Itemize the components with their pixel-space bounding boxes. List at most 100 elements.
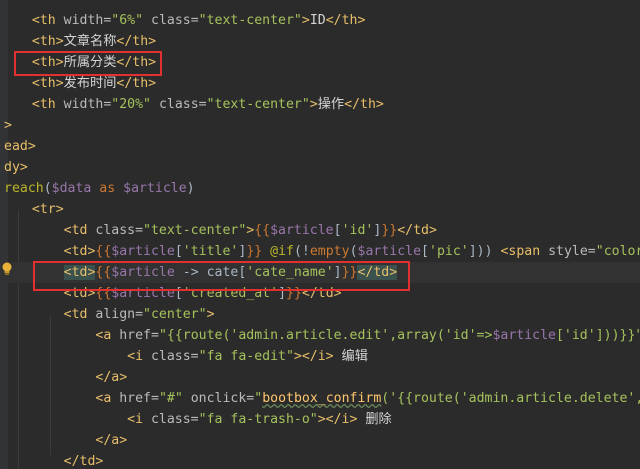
code-token: <th: [31, 97, 64, 112]
code-line[interactable]: <a href="#" onclick="bootbox_confirm('{{…: [0, 388, 640, 409]
code-line[interactable]: <td class="text-center">{{$article['id']…: [0, 220, 640, 241]
code-token: "text-center": [206, 97, 310, 112]
highlight-box-category-cell: [33, 261, 410, 291]
code-line[interactable]: <th>发布时间</th>: [0, 73, 640, 94]
code-token: {{: [254, 223, 271, 238]
code-token: "text-center": [143, 223, 247, 238]
code-token: (: [43, 181, 52, 196]
code-token: (!: [293, 244, 310, 259]
code-token: "color:: [595, 244, 640, 259]
code-token: onclick=: [182, 391, 255, 406]
code-token: class=: [150, 412, 199, 427]
code-token: [: [174, 244, 183, 259]
code-token: <th>: [31, 76, 64, 91]
code-token: <th: [31, 13, 64, 28]
code-token: "fa fa-trash-o": [198, 412, 318, 427]
code-line[interactable]: <th width="20%" class="text-center">操作</…: [0, 94, 640, 115]
code-token: $article: [492, 328, 556, 343]
code-line[interactable]: <th>文章名称</th>: [0, 31, 640, 52]
code-token: >: [206, 307, 215, 322]
code-token: 删除: [357, 412, 392, 427]
code-line[interactable]: dy>: [0, 157, 640, 178]
code-token: }}: [381, 223, 398, 238]
code-token: dy>: [4, 160, 28, 175]
code-token: {{: [95, 244, 112, 259]
code-editor[interactable]: <th width="6%" class="text-center">ID</t…: [0, 0, 640, 469]
code-token: <td: [63, 223, 96, 238]
code-line[interactable]: </a>: [0, 367, 640, 388]
code-token: (: [349, 244, 358, 259]
code-line[interactable]: </td>: [0, 451, 640, 469]
code-line[interactable]: <td align="center">: [0, 304, 640, 325]
code-token: [: [421, 244, 429, 259]
code-line[interactable]: <td>{{$article['title']}} @if(!empty($ar…: [0, 241, 640, 262]
code-token: >: [4, 118, 12, 133]
code-token: ,array(: [389, 328, 445, 343]
code-token: 'id': [563, 328, 596, 343]
code-token: href=: [119, 328, 159, 343]
code-token: 编辑: [333, 349, 368, 364]
code-token: ID: [309, 13, 326, 28]
code-token: 'admin.article.edit': [230, 328, 390, 343]
code-token: "#": [158, 391, 183, 406]
code-line[interactable]: >: [0, 115, 640, 136]
highlight-box-category-header: [14, 51, 162, 76]
code-token: <td: [63, 307, 96, 322]
code-token: 操作: [317, 97, 345, 112]
lightbulb-icon[interactable]: [1, 262, 13, 276]
code-token: as: [91, 181, 124, 196]
code-line[interactable]: ead>: [0, 136, 640, 157]
code-token: ></i>: [317, 412, 358, 427]
code-token: width=: [63, 13, 112, 28]
code-token: <a: [95, 391, 120, 406]
code-token: 'pic': [429, 244, 469, 259]
code-line[interactable]: </a>: [0, 430, 640, 451]
code-token: ])): [468, 244, 493, 259]
code-token: [: [333, 223, 342, 238]
code-token: "6%": [111, 13, 144, 28]
code-token: <tr>: [31, 202, 64, 217]
code-token: class=: [151, 97, 207, 112]
code-line[interactable]: reach($data as $article): [0, 178, 640, 199]
code-token: ></i>: [293, 349, 334, 364]
code-token: style=: [548, 244, 596, 259]
code-line[interactable]: <th width="6%" class="text-center">ID</t…: [0, 10, 640, 31]
code-token: class=: [95, 223, 144, 238]
code-token: ('{{route(: [381, 391, 461, 406]
code-line[interactable]: <i class="fa fa-trash-o"></i> 删除: [0, 409, 640, 430]
code-line[interactable]: <i class="fa fa-edit"></i> 编辑: [0, 346, 640, 367]
code-token: ": [254, 391, 263, 406]
code-token: $article: [123, 181, 187, 196]
code-token: <i: [127, 412, 151, 427]
code-token: $data: [51, 181, 92, 196]
code-line[interactable]: <tr>: [0, 199, 640, 220]
code-token: "fa fa-edit": [198, 349, 294, 364]
code-token: 'admin.article.delete': [460, 391, 636, 406]
code-token: width=: [63, 97, 112, 112]
code-token: ]))}}": [595, 328, 640, 343]
code-token: }}: [246, 244, 263, 259]
code-token: ): [186, 181, 195, 196]
code-token: </th>: [116, 34, 157, 49]
code-token: reach: [4, 181, 44, 196]
code-token: ead>: [4, 139, 36, 154]
code-token: 发布时间: [63, 76, 117, 91]
code-token: </th>: [344, 97, 384, 112]
code-token: <a: [95, 328, 120, 343]
code-token: <td>: [63, 244, 96, 259]
code-line[interactable]: <a href="{{route('admin.article.edit',ar…: [0, 325, 640, 346]
code-token: ,a: [635, 391, 640, 406]
code-token: <span: [492, 244, 549, 259]
